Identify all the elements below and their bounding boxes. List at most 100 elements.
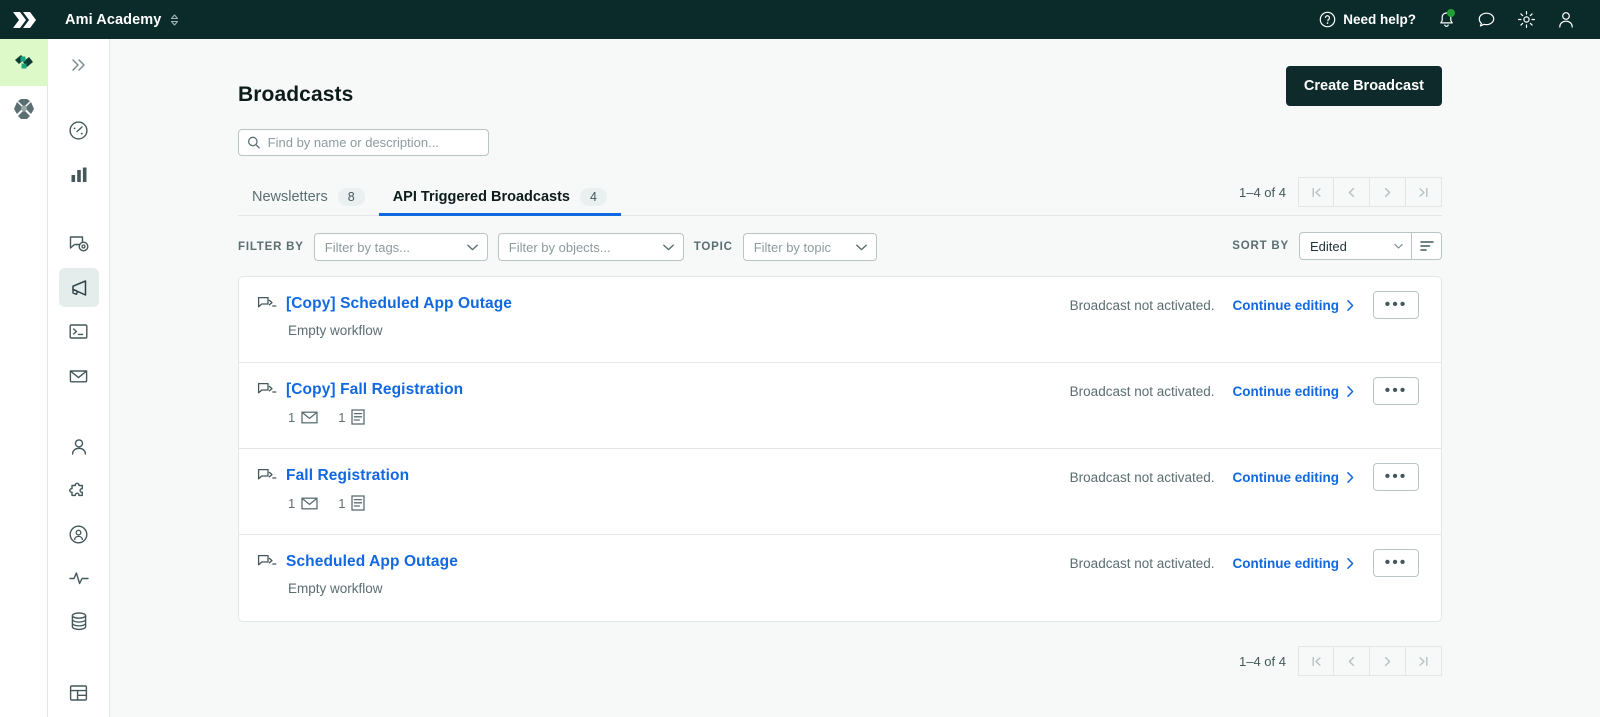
continue-editing-link[interactable]: Continue editing <box>1233 298 1355 313</box>
sort-by-label: SORT BY <box>1232 240 1289 252</box>
sidebar-item-integrations[interactable] <box>59 471 99 511</box>
search-icon <box>247 135 261 150</box>
meta-document-count: 1 <box>338 409 365 425</box>
need-help-label: Need help? <box>1343 12 1416 27</box>
messages-button[interactable] <box>1466 0 1506 39</box>
sidebar-item-tables[interactable] <box>59 673 99 713</box>
row-menu-button[interactable]: ••• <box>1373 377 1419 405</box>
sidebar-item-audience[interactable] <box>59 427 99 467</box>
org-switcher-icon[interactable] <box>169 13 180 27</box>
pagination-top: 1–4 of 4 <box>1239 177 1442 207</box>
chevron-left-icon <box>1345 655 1358 668</box>
main-content: Broadcasts Create Broadcast Newslett <box>110 39 1600 717</box>
continue-editing-link[interactable]: Continue editing <box>1233 384 1355 399</box>
chevron-down-icon <box>662 243 675 252</box>
row-title[interactable]: Fall Registration <box>286 467 409 485</box>
tab-api-triggered-broadcasts[interactable]: API Triggered Broadcasts 4 <box>379 188 621 215</box>
row-menu-button[interactable]: ••• <box>1373 549 1419 577</box>
chevron-right-icon <box>1346 557 1355 570</box>
envelope-icon <box>301 411 318 424</box>
sidebar-item-dashboard[interactable] <box>59 111 99 151</box>
person-icon <box>69 437 89 457</box>
table-row[interactable]: Fall Registration 1 <box>239 449 1441 535</box>
sidebar-item-api[interactable] <box>59 311 99 351</box>
sidebar-item-data[interactable] <box>59 602 99 642</box>
filter-topic-select[interactable]: Filter by topic <box>743 233 877 261</box>
tabs-bar: Newsletters 8 API Triggered Broadcasts 4… <box>238 178 1442 216</box>
row-actions: Broadcast not activated. Continue editin… <box>1070 377 1419 405</box>
row-menu-label: ••• <box>1385 383 1408 399</box>
api-broadcast-icon <box>257 554 277 570</box>
sort-by-value: Edited <box>1310 239 1347 254</box>
filter-objects-value: Filter by objects... <box>509 240 611 255</box>
sidebar-item-inbox[interactable] <box>59 355 99 395</box>
chevron-right-icon <box>1381 186 1394 199</box>
pagination-last-button[interactable] <box>1406 646 1442 676</box>
envelope-icon <box>301 497 318 510</box>
search-input[interactable] <box>268 135 480 150</box>
filter-bar: FILTER BY Filter by tags... Filter by ob… <box>238 232 1442 262</box>
account-button[interactable] <box>1546 0 1586 39</box>
create-broadcast-button[interactable]: Create Broadcast <box>1286 66 1442 106</box>
pagination-buttons <box>1298 177 1442 207</box>
filter-by-label: FILTER BY <box>238 241 304 253</box>
sidebar-item-campaigns[interactable] <box>59 224 99 264</box>
row-title[interactable]: [Copy] Scheduled App Outage <box>286 295 512 313</box>
database-icon <box>69 611 89 632</box>
row-metadata: 1 1 <box>288 495 1417 511</box>
row-title[interactable]: Scheduled App Outage <box>286 553 458 571</box>
chevron-down-icon <box>1394 243 1403 250</box>
table-row[interactable]: [Copy] Fall Registration 1 <box>239 363 1441 449</box>
pagination-next-button[interactable] <box>1370 177 1406 207</box>
row-menu-button[interactable]: ••• <box>1373 463 1419 491</box>
braze-logo[interactable] <box>0 11 48 29</box>
notifications-button[interactable] <box>1426 0 1466 39</box>
row-actions: Broadcast not activated. Continue editin… <box>1070 291 1419 319</box>
page-last-icon <box>1417 186 1430 199</box>
pagination-bottom: 1–4 of 4 <box>238 646 1442 676</box>
page-first-icon <box>1310 186 1323 199</box>
sort-order-button[interactable] <box>1412 232 1442 260</box>
status-text: Broadcast not activated. <box>1070 470 1215 485</box>
table-row[interactable]: [Copy] Scheduled App Outage Empty workfl… <box>239 277 1441 363</box>
app-switcher-addon[interactable] <box>0 86 48 133</box>
pagination-prev-button[interactable] <box>1334 646 1370 676</box>
search-box[interactable] <box>238 129 489 156</box>
table-row[interactable]: Scheduled App Outage Empty workflow Broa… <box>239 535 1441 621</box>
app-switcher-braze[interactable] <box>0 39 48 86</box>
meta-count: 1 <box>338 410 345 425</box>
expand-sidebar-button[interactable] <box>59 45 99 85</box>
continue-editing-link[interactable]: Continue editing <box>1233 556 1355 571</box>
api-broadcast-icon <box>257 296 277 312</box>
pagination-first-button[interactable] <box>1298 646 1334 676</box>
settings-button[interactable] <box>1506 0 1546 39</box>
continue-editing-link[interactable]: Continue editing <box>1233 470 1355 485</box>
chevron-right-icon <box>1346 385 1355 398</box>
api-broadcast-icon <box>257 382 277 398</box>
content-area: Broadcasts Create Broadcast Newslett <box>110 39 1600 676</box>
status-text: Broadcast not activated. <box>1070 298 1215 313</box>
row-subtitle: Empty workflow <box>288 323 1417 338</box>
sort-by-select[interactable]: Edited <box>1299 232 1412 260</box>
filter-objects-select[interactable]: Filter by objects... <box>498 233 684 261</box>
row-title[interactable]: [Copy] Fall Registration <box>286 381 463 399</box>
filter-tags-select[interactable]: Filter by tags... <box>314 233 488 261</box>
chevron-right-icon <box>1346 299 1355 312</box>
row-menu-label: ••• <box>1385 297 1408 313</box>
sort-lines-icon <box>1419 239 1435 253</box>
sidebar-item-broadcasts[interactable] <box>59 268 99 308</box>
tab-newsletters[interactable]: Newsletters 8 <box>238 188 379 215</box>
terminal-icon <box>68 322 89 341</box>
sidebar-item-activity[interactable] <box>59 558 99 598</box>
document-icon <box>351 409 365 425</box>
row-actions: Broadcast not activated. Continue editin… <box>1070 549 1419 577</box>
chevron-right-icon <box>1381 655 1394 668</box>
pagination-last-button[interactable] <box>1406 177 1442 207</box>
pagination-prev-button[interactable] <box>1334 177 1370 207</box>
row-menu-button[interactable]: ••• <box>1373 291 1419 319</box>
sidebar-item-analytics[interactable] <box>59 154 99 194</box>
sidebar-item-identity[interactable] <box>59 514 99 554</box>
pagination-next-button[interactable] <box>1370 646 1406 676</box>
pagination-first-button[interactable] <box>1298 177 1334 207</box>
need-help-button[interactable]: Need help? <box>1309 7 1426 32</box>
